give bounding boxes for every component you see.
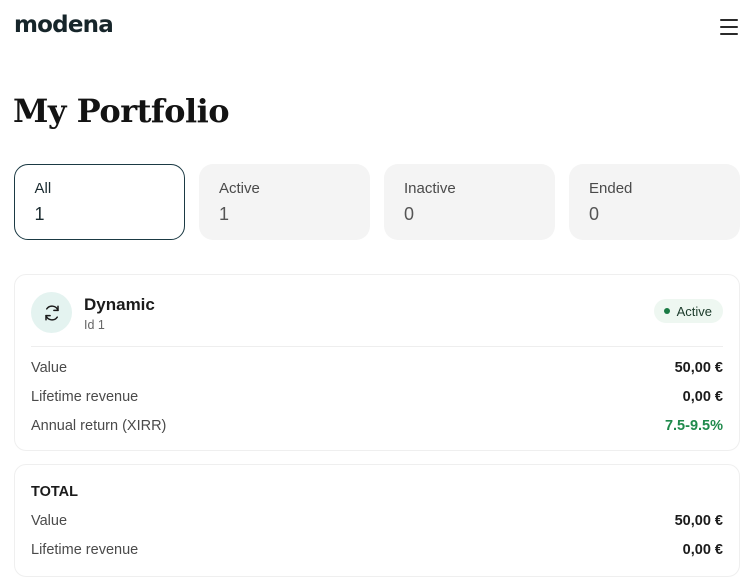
total-card: TOTAL Value 50,00 € Lifetime revenue 0,0…	[14, 464, 740, 577]
row-label: Annual return (XIRR)	[31, 418, 167, 434]
tab-count: 0	[589, 204, 600, 224]
tab-label: All	[34, 179, 52, 197]
value-row: Value 50,00 €	[31, 358, 723, 378]
tab-label: Ended	[589, 180, 633, 197]
menu-bar	[720, 26, 738, 28]
total-title: TOTAL	[31, 484, 78, 500]
tab-all[interactable]: All 1	[14, 164, 185, 240]
top-header: modena	[0, 0, 750, 56]
row-label: Value	[31, 513, 68, 529]
tab-ended[interactable]: Ended 0	[569, 164, 740, 240]
tab-inactive[interactable]: Inactive 0	[384, 164, 555, 240]
menu-bar	[720, 19, 738, 21]
annual-return-row: Annual return (XIRR) 7.5-9.5%	[31, 416, 723, 436]
modena-logo[interactable]: modena	[14, 12, 114, 38]
portfolio-name: Dynamic	[84, 295, 155, 314]
menu-bar	[720, 33, 738, 35]
portfolio-card-header: Dynamic Id 1 Active	[31, 291, 723, 347]
tab-count: 0	[404, 204, 415, 224]
row-value: 50,00 €	[674, 513, 723, 529]
tab-label: Active	[219, 180, 260, 197]
hamburger-menu-icon[interactable]	[718, 17, 740, 37]
portfolio-filter-tabs: All 1 Active 1 Inactive 0 Ended 0	[14, 164, 740, 240]
tab-count: 1	[219, 204, 230, 224]
total-lifetime-revenue-row: Lifetime revenue 0,00 €	[31, 540, 723, 560]
status-dot-icon	[663, 308, 670, 314]
tab-label: Inactive	[404, 180, 456, 197]
row-label: Lifetime revenue	[31, 389, 139, 405]
status-label: Active	[676, 303, 712, 319]
refresh-cycle-icon	[31, 292, 72, 333]
tab-count: 1	[34, 203, 45, 224]
row-value: 0,00 €	[682, 389, 723, 405]
total-value-row: Value 50,00 €	[31, 511, 723, 531]
row-label: Lifetime revenue	[31, 542, 139, 558]
row-value: 0,00 €	[682, 542, 723, 558]
portfolio-id: Id 1	[84, 318, 105, 332]
tab-active[interactable]: Active 1	[199, 164, 370, 240]
page-title: My Portfolio	[13, 92, 230, 130]
row-label: Value	[31, 360, 68, 376]
row-value: 50,00 €	[674, 360, 723, 376]
status-badge: Active	[653, 299, 723, 323]
row-value: 7.5-9.5%	[664, 418, 723, 434]
lifetime-revenue-row: Lifetime revenue 0,00 €	[31, 387, 723, 407]
portfolio-card-dynamic[interactable]: Dynamic Id 1 Active Value 50,00 € Lifeti…	[14, 274, 740, 451]
